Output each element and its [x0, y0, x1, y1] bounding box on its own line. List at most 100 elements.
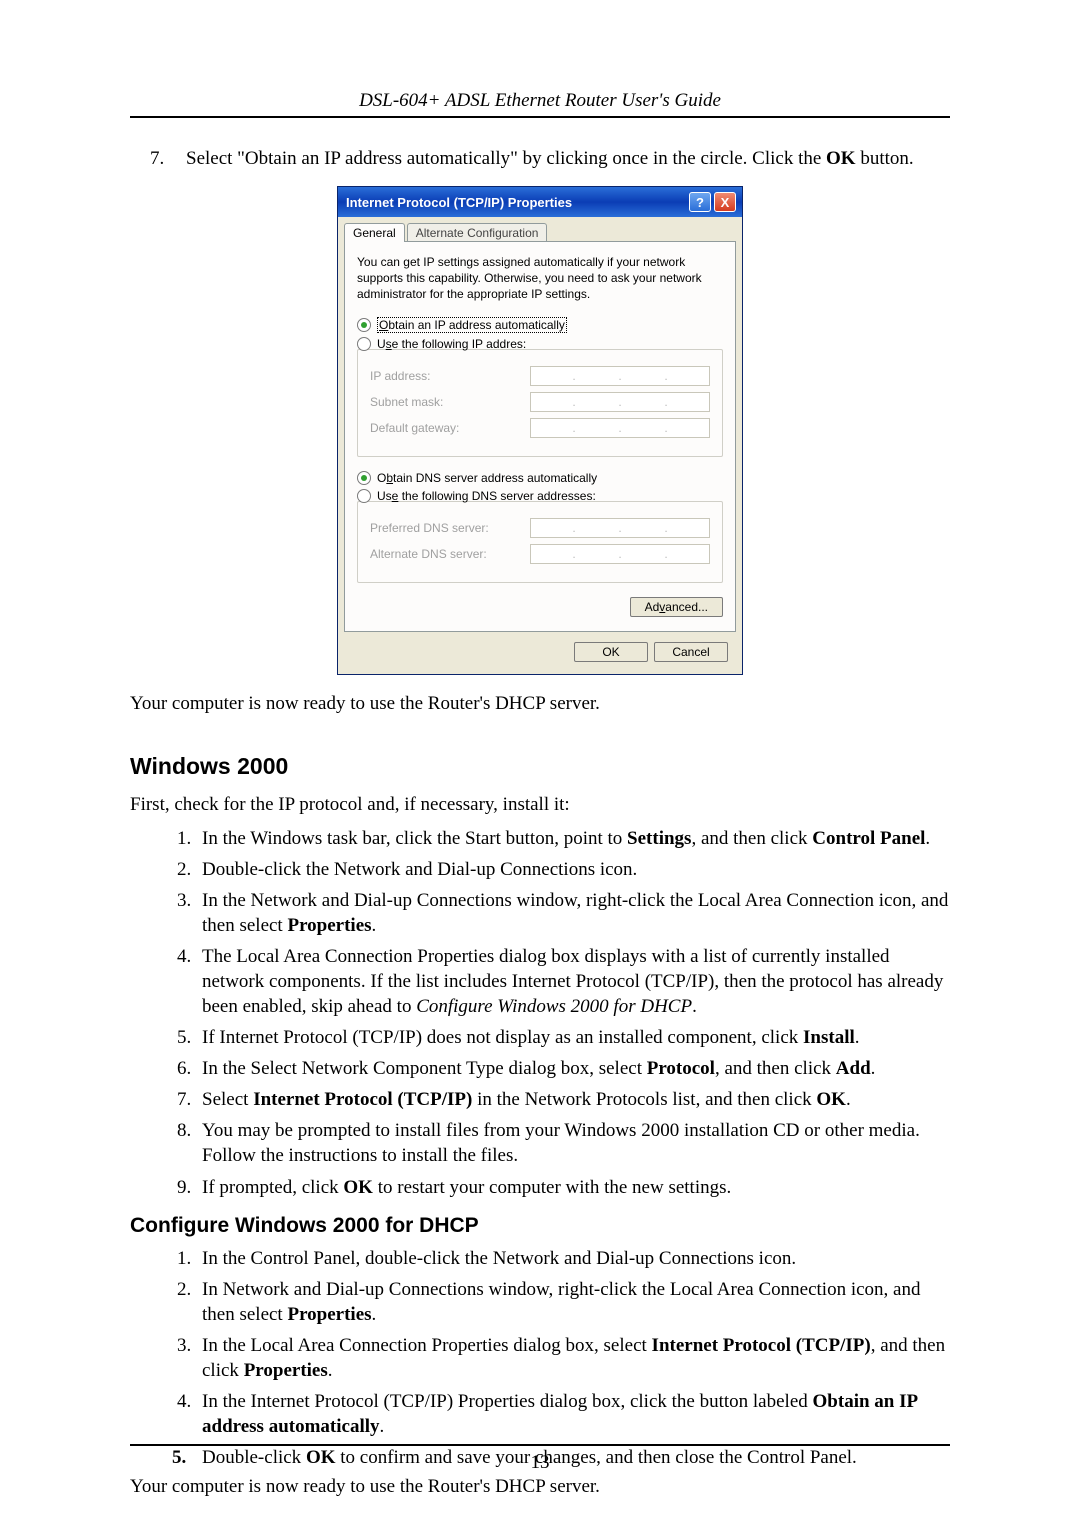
- ip-fields-group: IP address: ... Subnet mask: ... Default…: [357, 349, 723, 457]
- label-default-gateway: Default gateway:: [370, 421, 530, 435]
- input-default-gateway: ...: [530, 418, 710, 438]
- tab-alternate-configuration[interactable]: Alternate Configuration: [407, 223, 548, 242]
- footer-rule: [130, 1444, 950, 1446]
- text-segment: In the Local Area Connection Properties …: [202, 1335, 652, 1356]
- tab-general[interactable]: General: [344, 223, 405, 242]
- list-item: In the Local Area Connection Properties …: [196, 1333, 950, 1383]
- label-subnet-mask: Subnet mask:: [370, 395, 530, 409]
- text-segment: Protocol: [647, 1058, 715, 1079]
- header-title: DSL-604+ ADSL Ethernet Router User's Gui…: [130, 90, 950, 112]
- text-segment: Double-click the Network and Dial-up Con…: [202, 859, 637, 880]
- t: Ad: [645, 600, 660, 614]
- radio-icon[interactable]: [357, 489, 371, 503]
- instruction-7: 7. Select "Obtain an IP address automati…: [150, 148, 950, 170]
- radio-obtain-ip-auto-label: btain an IP address automatically: [388, 318, 565, 332]
- radio-icon[interactable]: [357, 318, 371, 332]
- text-segment: Select: [202, 1089, 253, 1110]
- text-segment: .: [846, 1089, 851, 1110]
- radio-obtain-ip-auto-u: O: [379, 318, 388, 332]
- text-segment: Settings: [627, 828, 691, 849]
- text-segment: Add: [836, 1058, 871, 1079]
- radio-obtain-dns-pre: O: [377, 471, 386, 485]
- list-item: Select Internet Protocol (TCP/IP) in the…: [196, 1087, 950, 1112]
- input-subnet-mask: ...: [530, 392, 710, 412]
- field-subnet-mask: Subnet mask: ...: [370, 392, 710, 412]
- text-segment: .: [925, 828, 930, 849]
- label-ip-address: IP address:: [370, 369, 530, 383]
- radio-use-dns-pre: Us: [377, 489, 392, 503]
- text-segment: Control Panel: [812, 828, 925, 849]
- text-segment: .: [380, 1416, 385, 1437]
- text-segment: OK: [816, 1089, 846, 1110]
- text-segment: Install: [803, 1027, 855, 1048]
- heading-configure-win2000-dhcp: Configure Windows 2000 for DHCP: [130, 1214, 950, 1238]
- input-preferred-dns: ...: [530, 518, 710, 538]
- text-segment: .: [855, 1027, 860, 1048]
- list-item: In the Select Network Component Type dia…: [196, 1056, 950, 1081]
- text-segment: Internet Protocol (TCP/IP): [652, 1335, 871, 1356]
- text-segment: , and then click: [691, 828, 812, 849]
- radio-icon[interactable]: [357, 337, 371, 351]
- radio-use-dns-label: the following DNS server addresses:: [398, 489, 595, 503]
- field-preferred-dns: Preferred DNS server: ...: [370, 518, 710, 538]
- t: anced...: [665, 600, 708, 614]
- radio-obtain-dns-auto[interactable]: Obtain DNS server address automatically: [357, 471, 723, 485]
- dialog-titlebar[interactable]: Internet Protocol (TCP/IP) Properties ? …: [338, 187, 742, 217]
- closing-text: Your computer is now ready to use the Ro…: [130, 1476, 950, 1498]
- radio-icon[interactable]: [357, 471, 371, 485]
- list-item: The Local Area Connection Properties dia…: [196, 944, 950, 1019]
- field-alternate-dns: Alternate DNS server: ...: [370, 544, 710, 564]
- text-segment: Properties: [287, 915, 371, 936]
- text-segment: .: [372, 915, 377, 936]
- instruction-7-text: Select "Obtain an IP address automatical…: [186, 148, 950, 170]
- list-item: You may be prompted to install files fro…: [196, 1118, 950, 1168]
- text-segment: In the Select Network Component Type dia…: [202, 1058, 647, 1079]
- dialog-title: Internet Protocol (TCP/IP) Properties: [346, 195, 689, 210]
- text-segment: In the Control Panel, double-click the N…: [202, 1248, 796, 1269]
- text-segment: OK: [343, 1177, 373, 1198]
- text-segment: If prompted, click: [202, 1177, 343, 1198]
- advanced-button[interactable]: Advanced...: [630, 597, 723, 617]
- list-item: If prompted, click OK to restart your co…: [196, 1175, 950, 1200]
- instruction-7-text-b: button.: [856, 148, 914, 169]
- list-item: In the Windows task bar, click the Start…: [196, 826, 950, 851]
- header-rule: [130, 116, 950, 118]
- input-alternate-dns: ...: [530, 544, 710, 564]
- text-segment: .: [372, 1304, 377, 1325]
- list-item: In the Control Panel, double-click the N…: [196, 1246, 950, 1271]
- cancel-button[interactable]: Cancel: [654, 642, 728, 662]
- text-segment: In the Windows task bar, click the Start…: [202, 828, 627, 849]
- field-ip-address: IP address: ...: [370, 366, 710, 386]
- text-segment: Configure Windows 2000 for DHCP: [416, 996, 692, 1017]
- radio-use-ip-pre: U: [377, 337, 386, 351]
- text-segment: Properties: [287, 1304, 371, 1325]
- cfg2000-list: In the Control Panel, double-click the N…: [130, 1246, 950, 1471]
- text-segment: You may be prompted to install files fro…: [202, 1120, 920, 1166]
- instruction-7-number: 7.: [150, 148, 186, 170]
- list-item: In Network and Dial-up Connections windo…: [196, 1277, 950, 1327]
- list-item: Double-click the Network and Dial-up Con…: [196, 857, 950, 882]
- tcpip-properties-dialog: Internet Protocol (TCP/IP) Properties ? …: [337, 186, 743, 675]
- instruction-7-text-a: Select "Obtain an IP address automatical…: [186, 148, 826, 169]
- win2000-list: In the Windows task bar, click the Start…: [130, 826, 950, 1200]
- dialog-description: You can get IP settings assigned automat…: [357, 254, 723, 303]
- field-default-gateway: Default gateway: ...: [370, 418, 710, 438]
- after-dialog-text: Your computer is now ready to use the Ro…: [130, 693, 950, 715]
- text-segment: Internet Protocol (TCP/IP): [253, 1089, 472, 1110]
- tab-pane-general: You can get IP settings assigned automat…: [344, 241, 736, 632]
- heading-windows-2000: Windows 2000: [130, 753, 950, 780]
- text-segment: , and then click: [715, 1058, 836, 1079]
- list-item: In the Network and Dial-up Connections w…: [196, 888, 950, 938]
- label-preferred-dns: Preferred DNS server:: [370, 521, 530, 535]
- radio-use-ip-label-a: e the following IP addres: [392, 337, 523, 351]
- help-icon[interactable]: ?: [689, 192, 711, 212]
- label-alternate-dns: Alternate DNS server:: [370, 547, 530, 561]
- list-item: If Internet Protocol (TCP/IP) does not d…: [196, 1025, 950, 1050]
- page-number: 13: [130, 1452, 950, 1474]
- ok-button[interactable]: OK: [574, 642, 648, 662]
- text-segment: In the Internet Protocol (TCP/IP) Proper…: [202, 1391, 813, 1412]
- win2000-intro: First, check for the IP protocol and, if…: [130, 794, 950, 816]
- dns-fields-group: Preferred DNS server: ... Alternate DNS …: [357, 501, 723, 583]
- radio-obtain-ip-auto[interactable]: Obtain an IP address automatically: [357, 317, 723, 333]
- close-icon[interactable]: X: [714, 192, 736, 212]
